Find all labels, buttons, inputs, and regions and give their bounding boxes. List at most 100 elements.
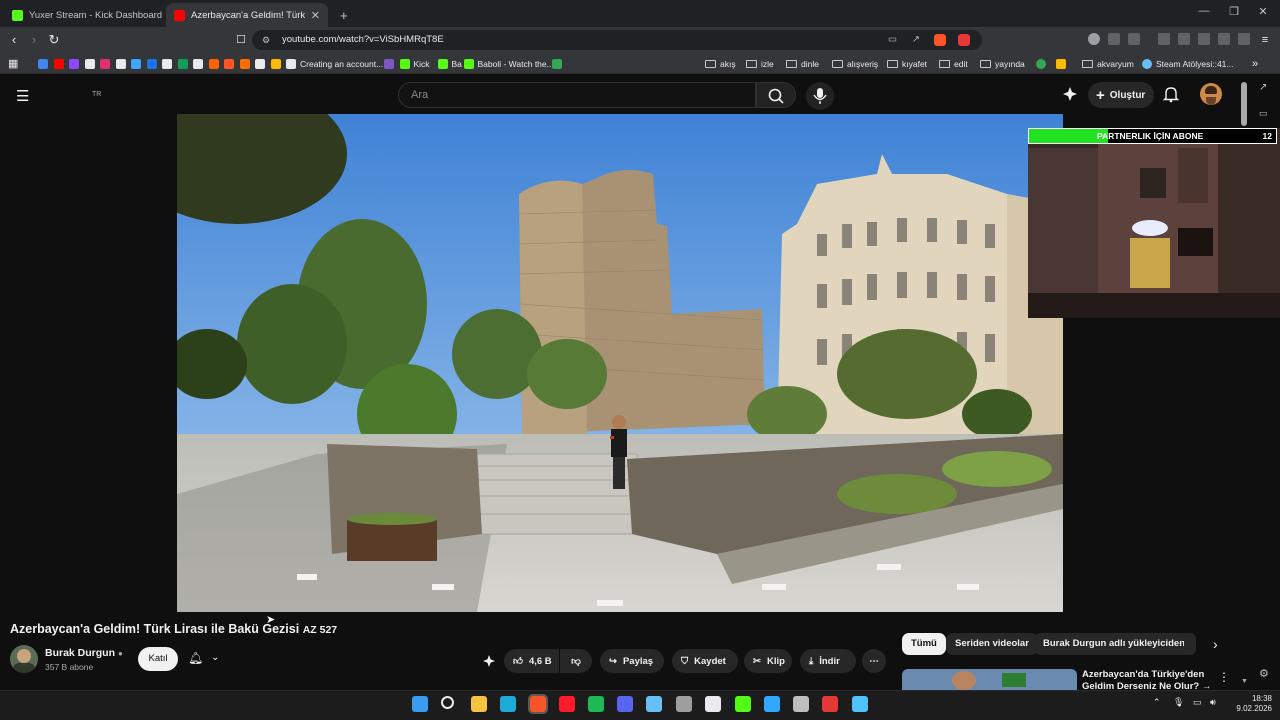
apps-grid-icon[interactable]: ▦ [8, 56, 18, 71]
bookmark-item[interactable] [551, 56, 566, 71]
tab-kick-dashboard[interactable]: Yuxer Stream - Kick Dashboard [4, 3, 164, 27]
share-button[interactable]: ↪ Paylaş [600, 649, 664, 673]
forward-icon[interactable]: › [26, 32, 42, 48]
windows-start-icon[interactable] [412, 696, 428, 712]
brave-rewards-icon[interactable] [958, 34, 970, 46]
calculator-icon[interactable] [676, 696, 692, 712]
media-controls-icon[interactable] [1158, 33, 1170, 45]
bookmark-item[interactable] [193, 56, 207, 71]
picture-in-picture-icon[interactable]: ▭ [1259, 108, 1268, 119]
capture-icon[interactable] [822, 696, 838, 712]
more-bookmarks-icon[interactable]: » [1252, 56, 1258, 71]
extension-box-icon[interactable] [1128, 33, 1140, 45]
file-explorer-icon[interactable] [471, 696, 487, 712]
bookmark-item[interactable]: Creating an account... [286, 56, 383, 71]
bookmark-item[interactable] [69, 56, 83, 71]
browser-settings-gear-icon[interactable]: ⚙ [1259, 667, 1269, 680]
bookmark-folder-kiyafet[interactable]: kıyafet [887, 56, 927, 71]
join-button[interactable]: Katıl [138, 647, 178, 671]
minimize-icon[interactable]: — [1195, 5, 1213, 17]
create-button[interactable]: + Oluştur [1088, 82, 1154, 108]
extension-puzzle-icon[interactable] [1108, 33, 1120, 45]
network-app-icon[interactable] [852, 696, 868, 712]
page-scrollbar[interactable] [1241, 82, 1247, 126]
bookmark-item[interactable] [270, 56, 285, 71]
bookmark-item[interactable] [131, 56, 145, 71]
brave-shield-icon[interactable] [934, 34, 946, 46]
new-tab-button[interactable]: + [332, 3, 354, 27]
brave-icon[interactable] [528, 694, 548, 714]
cast-icon[interactable]: ▭ [888, 30, 897, 50]
url-field[interactable]: ⚙ youtube.com/watch?v=ViSbHMRqT8E ▭ ↗ [252, 30, 982, 50]
edge-icon[interactable] [500, 696, 516, 712]
search-button[interactable] [756, 82, 796, 108]
ai-sparkle-icon[interactable] [1062, 86, 1078, 102]
obs-icon[interactable] [705, 696, 721, 712]
back-icon[interactable]: ‹ [6, 32, 22, 48]
steam-icon[interactable] [646, 696, 662, 712]
scroll-down-arrow-icon[interactable]: ▼ [1241, 678, 1248, 685]
bookmark-item[interactable] [53, 56, 68, 71]
dislike-button[interactable]: 👎︎ [560, 649, 592, 673]
clip-button[interactable]: ✂ Klip [744, 649, 792, 673]
bookmark-item[interactable] [255, 56, 269, 71]
microphone-tray-icon[interactable]: 🎙︎ [1173, 697, 1184, 708]
bookmark-folder-izle[interactable]: izle [746, 56, 774, 71]
like-button[interactable]: 👍︎ 4,6 B [504, 649, 559, 673]
chip-series[interactable]: Seriden videolar [946, 633, 1038, 655]
notifications-bell-icon[interactable] [1162, 85, 1180, 103]
sidebar-icon[interactable] [1178, 33, 1190, 45]
download-button[interactable]: ⤓ İndir [800, 649, 856, 673]
spotify-icon[interactable] [588, 696, 604, 712]
more-actions-button[interactable]: ⋯ [862, 649, 886, 673]
reload-icon[interactable]: ↻ [46, 32, 62, 48]
channel-name[interactable]: Burak Durgun ● [45, 647, 123, 659]
bookmark-folder-dinle[interactable]: dinle [786, 56, 819, 71]
chips-next-icon[interactable]: › [1213, 636, 1218, 652]
close-tab-icon[interactable]: ✕ [305, 9, 320, 22]
avatar[interactable] [1200, 83, 1222, 105]
bookmark-item[interactable] [38, 56, 52, 71]
network-tray-icon[interactable]: ▭ [1193, 697, 1202, 708]
bookmark-page-icon[interactable]: ☐ [233, 32, 249, 48]
site-info-icon[interactable]: ⚙ [262, 30, 270, 50]
bookmark-steam-workshop[interactable]: Steam Atölyesi::41... [1142, 56, 1233, 71]
bookmark-folder-alisveris[interactable]: alışveriş [832, 56, 878, 71]
bookmark-item[interactable] [146, 56, 161, 71]
bookmark-item[interactable] [384, 56, 398, 71]
ai-ask-button[interactable] [478, 649, 500, 673]
bookmark-green-dot[interactable] [1036, 56, 1050, 71]
tray-chevron-icon[interactable]: ⌃ [1153, 697, 1161, 708]
chip-all[interactable]: Tümü [902, 633, 946, 655]
bookmark-folder-edit[interactable]: edit [939, 56, 968, 71]
save-button[interactable]: ⛉ Kaydet [672, 649, 738, 673]
tab-youtube-video[interactable]: Azerbaycan'a Geldim! Türk Lirası ✕ [166, 3, 328, 27]
bookmark-item[interactable] [208, 56, 223, 71]
volume-tray-icon[interactable]: 🔊︎ [1210, 697, 1216, 708]
vpn-icon[interactable] [1238, 33, 1250, 45]
close-window-icon[interactable]: ✕ [1254, 5, 1272, 18]
extension-shield-icon[interactable] [1088, 33, 1100, 45]
menu-icon[interactable]: ≡ [1257, 32, 1273, 48]
recommended-title[interactable]: Azerbaycan'da Türkiye'den Geldim Derseni… [1082, 669, 1212, 690]
bookmark-folder-akis[interactable]: akış [705, 56, 736, 71]
bookmark-item[interactable] [84, 56, 99, 71]
discord-icon[interactable] [617, 696, 633, 712]
channel-avatar[interactable] [10, 645, 38, 673]
subscription-bell-icon[interactable]: 🔔︎ [188, 651, 203, 665]
restore-icon[interactable]: ❐ [1225, 5, 1243, 18]
bookmark-item[interactable] [239, 56, 254, 71]
bookmark-item[interactable]: Kick [399, 56, 430, 71]
recommended-more-icon[interactable]: ⋮ [1218, 670, 1230, 684]
bookmark-item[interactable] [162, 56, 176, 71]
kick-icon[interactable] [735, 696, 751, 712]
video-player[interactable] [177, 114, 1063, 612]
search-icon[interactable] [441, 696, 454, 709]
bookmark-folder-yayinda[interactable]: yayında [980, 56, 1025, 71]
bookmark-yellow[interactable] [1056, 56, 1070, 71]
photoshop-icon[interactable] [764, 696, 780, 712]
bookmark-folder-akvaryum[interactable]: akvaryum [1082, 56, 1134, 71]
side-panel-icon[interactable]: ↗ [1259, 82, 1267, 93]
bookmark-item[interactable] [115, 56, 130, 71]
voice-search-button[interactable] [806, 82, 834, 110]
